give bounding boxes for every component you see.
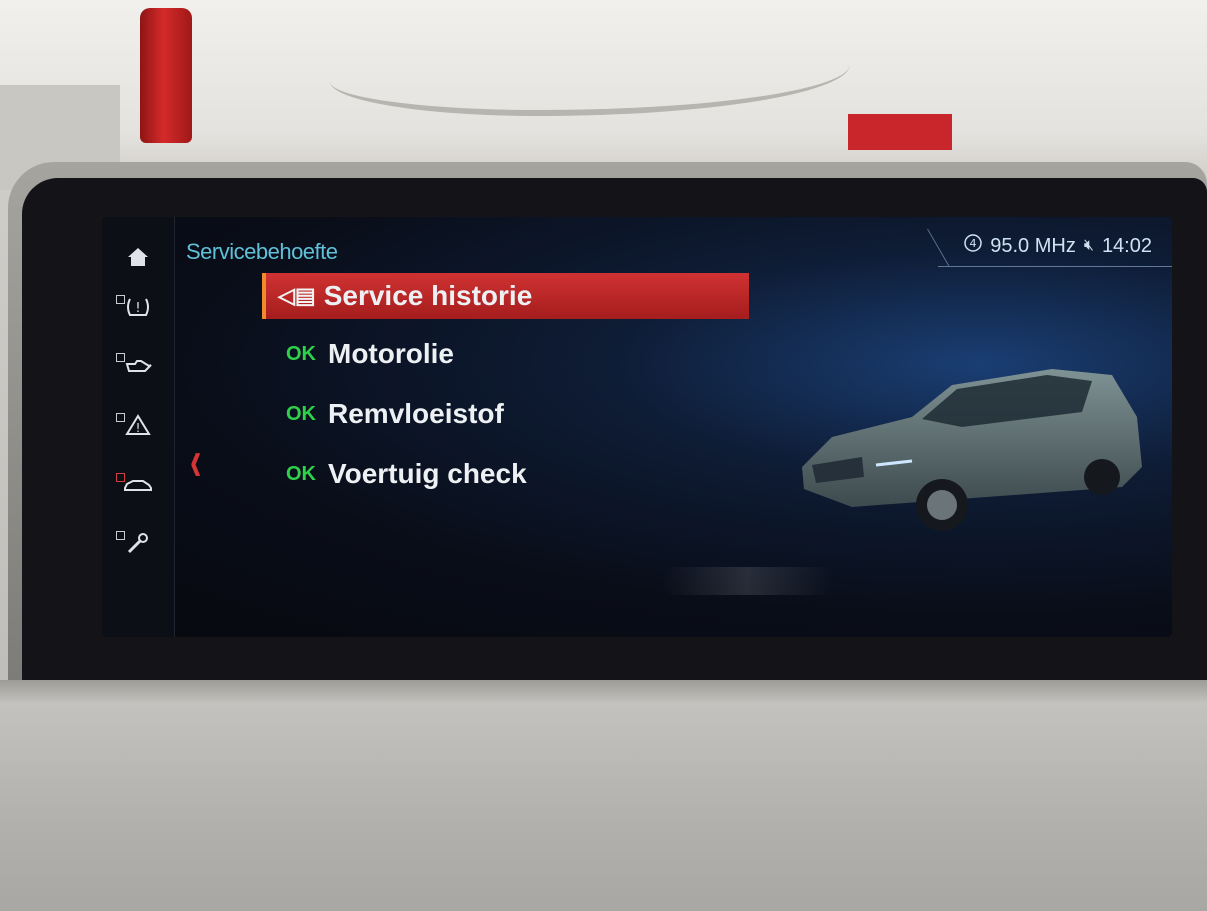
radio-preset-icon: 4: [964, 234, 982, 258]
checkbox-indicator: [116, 413, 125, 422]
status-ok-badge: OK: [286, 402, 316, 425]
status-ok-badge: OK: [286, 342, 316, 365]
svg-text:4: 4: [970, 237, 977, 250]
service-history-icon: ◁▤: [278, 283, 316, 308]
warning-triangle-icon[interactable]: !: [112, 407, 164, 443]
vehicle-illustration: [802, 369, 1142, 531]
red-equipment-box: [848, 114, 952, 150]
hose: [330, 30, 850, 116]
car-check-icon[interactable]: [112, 467, 164, 503]
checkbox-indicator: [116, 473, 125, 482]
menu-item-label: Motorolie: [328, 338, 454, 369]
oil-can-icon[interactable]: [112, 347, 164, 383]
photo-background: ! ! Servicebehoefte 4 95.0 MHz 🔇︎ 14:02 …: [0, 0, 1207, 911]
dashboard-trim: [0, 680, 1207, 911]
checkbox-indicator: [116, 295, 125, 304]
service-menu: ◁▤ Service historie OK Motorolie OK Remv…: [262, 273, 752, 509]
menu-item-remvloeistof[interactable]: OK Remvloeistof: [262, 389, 752, 439]
menu-item-motorolie[interactable]: OK Motorolie: [262, 329, 752, 379]
status-divider: [938, 266, 1172, 267]
infotainment-screen: ! ! Servicebehoefte 4 95.0 MHz 🔇︎ 14:02 …: [102, 217, 1172, 637]
screen-glare: [662, 567, 832, 595]
menu-item-label: Voertuig check: [328, 458, 527, 489]
radio-frequency: 95.0 MHz: [990, 234, 1076, 257]
checkbox-indicator: [116, 353, 125, 362]
svg-text:!: !: [135, 301, 140, 316]
back-arrow-icon[interactable]: ‹: [190, 427, 202, 494]
page-title: Servicebehoefte: [186, 239, 338, 264]
tire-pressure-icon[interactable]: !: [112, 289, 164, 325]
menu-item-label: Remvloeistof: [328, 398, 504, 429]
speaker-muted-icon: 🔇︎: [1083, 237, 1094, 254]
menu-item-service-historie[interactable]: ◁▤ Service historie: [262, 273, 749, 319]
clock-time: 14:02: [1101, 234, 1152, 257]
menu-item-voertuig-check[interactable]: OK Voertuig check: [262, 449, 752, 499]
svg-text:!: !: [136, 421, 141, 435]
home-icon[interactable]: [112, 239, 164, 275]
service-wrench-icon[interactable]: [112, 525, 164, 561]
checkbox-indicator: [116, 531, 125, 540]
fire-extinguisher: [140, 8, 192, 143]
sidebar: ! !: [102, 217, 175, 637]
status-bar: 4 95.0 MHz 🔇︎ 14:02: [938, 229, 1172, 267]
status-ok-badge: OK: [286, 462, 316, 485]
menu-item-label: Service historie: [323, 280, 533, 311]
